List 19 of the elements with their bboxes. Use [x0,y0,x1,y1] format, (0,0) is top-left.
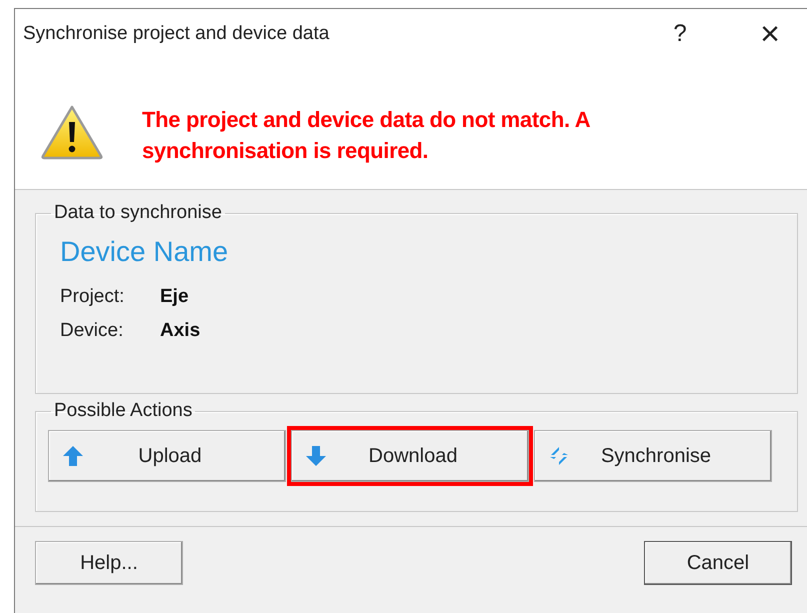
field-label: Project: [60,286,126,308]
group-legend: Data to synchronise [51,202,225,224]
close-button[interactable]: × [750,14,790,54]
field-value: Eje [160,286,189,308]
field-label: Device: [60,320,124,342]
field-value: Axis [160,320,200,342]
error-message: The project and device data do not match. A synchronisation is required. [142,106,591,165]
group-legend: Possible Actions [51,400,196,422]
window-title: Synchronise project and device data [23,23,330,45]
action-button[interactable]: Upload [48,430,286,482]
warning-icon [40,104,104,160]
device-name: Device Name [60,236,230,268]
cancel-button[interactable]: Cancel [644,541,792,585]
help-button[interactable]: ? [660,20,700,48]
help-button[interactable]: Help... [35,541,183,585]
action-button[interactable]: Download [291,430,529,482]
up-arrow-icon [61,444,85,468]
action-button[interactable]: Synchronise [534,430,772,482]
down-arrow-icon [304,444,328,468]
